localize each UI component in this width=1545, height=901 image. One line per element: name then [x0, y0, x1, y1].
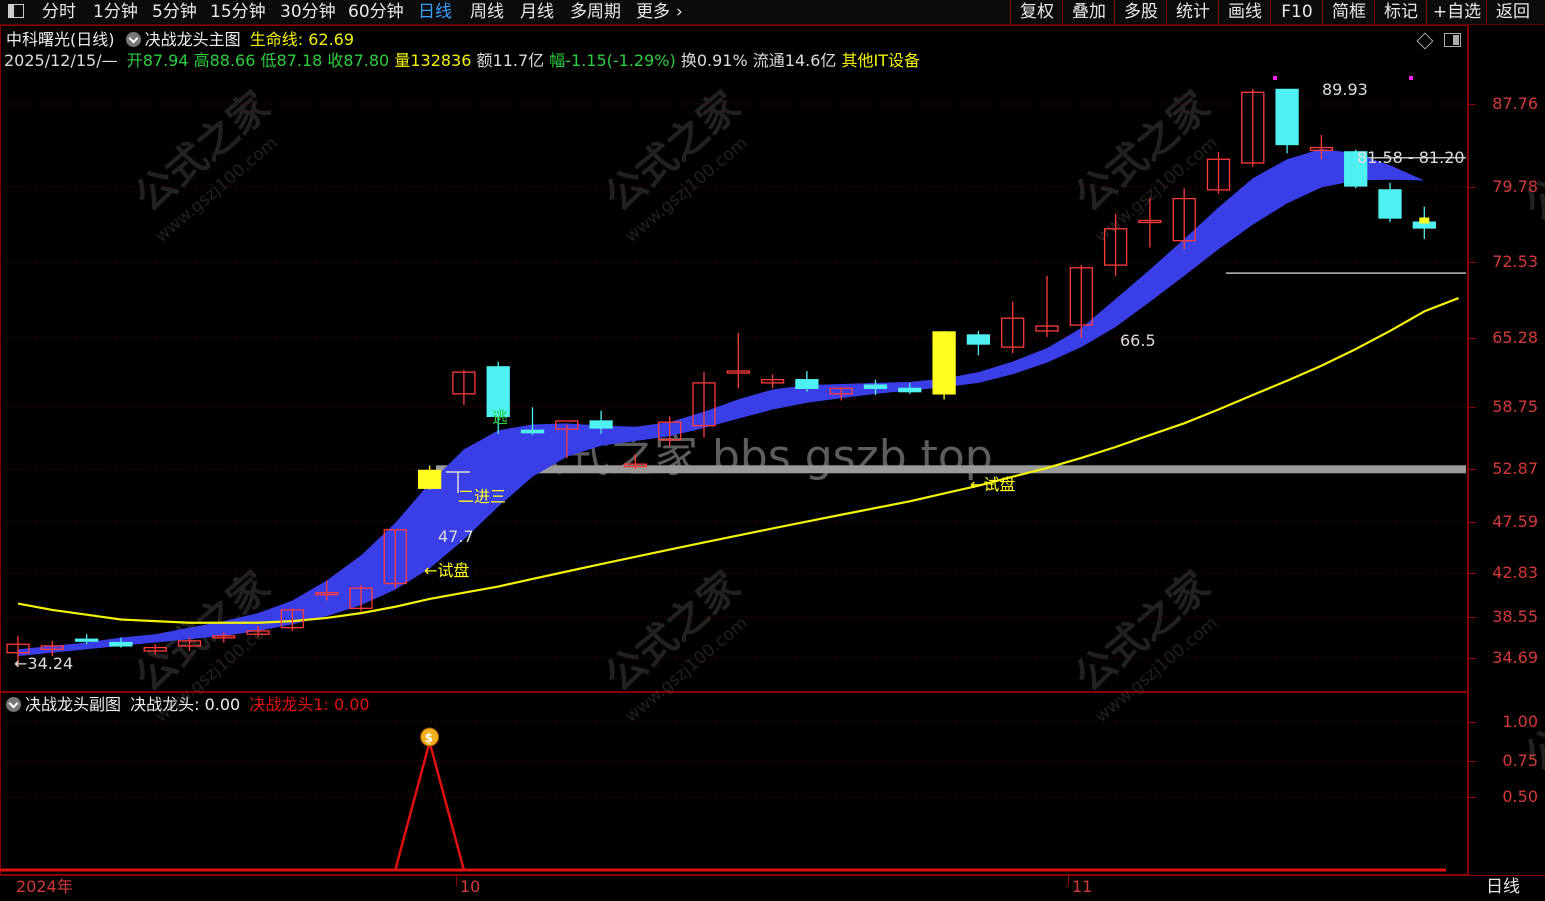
y-tick-sub: 0.50 [1502, 787, 1538, 806]
toolbar-button-6[interactable]: 简框 [1322, 0, 1375, 24]
support-line-47 [436, 465, 1466, 474]
period-tab-9[interactable]: 多周期 [570, 0, 621, 24]
candle-body [1378, 189, 1402, 219]
period-tab-3[interactable]: 15分钟 [210, 0, 266, 24]
toolbar-button-1[interactable]: 叠加 [1062, 0, 1115, 24]
marker-dot [1409, 76, 1413, 80]
toolbar-button-5[interactable]: F10 [1270, 0, 1323, 24]
toolbar-button-2[interactable]: 多股 [1114, 0, 1167, 24]
y-tick-main: 72.53 [1492, 252, 1538, 271]
period-tab-5[interactable]: 60分钟 [348, 0, 404, 24]
candle-body [932, 331, 956, 395]
y-tick-main: 58.75 [1492, 397, 1538, 416]
candle-body [417, 469, 442, 489]
period-toolbar: 分时 1分钟 5分钟 15分钟 30分钟 60分钟 日线 周线 月线 多周期 更多 › 复权 叠加 多股统… [0, 0, 1545, 25]
sidebar-toggle-icon[interactable] [6, 0, 28, 24]
x-label-oct: 10 [460, 877, 481, 896]
watermark-url: www.gszj100.com [1541, 143, 1545, 257]
y-tick-main: 87.76 [1492, 94, 1538, 113]
toolbar-button-9[interactable]: 返回 [1486, 0, 1539, 24]
y-tick-main: 42.83 [1492, 563, 1538, 582]
candle-body [589, 420, 613, 429]
period-indicator[interactable]: 日线 [1486, 876, 1520, 898]
money-bag-symbol: $ [425, 731, 433, 745]
range-label: 81.58 - 81.20 [1357, 148, 1465, 167]
period-tab-4[interactable]: 30分钟 [280, 0, 336, 24]
low-label: ←34.24 [14, 654, 73, 673]
toolbar-button-0[interactable]: 复权 [1010, 0, 1063, 24]
period-tab-2[interactable]: 5分钟 [152, 0, 197, 24]
y-tick-sub: 1.00 [1502, 712, 1538, 731]
marker-dot [1273, 76, 1277, 80]
candle-body [795, 379, 819, 390]
candlestick-chart: ←34.2489.9381.58 - 81.2066.547.7←试盘←试盘二进… [0, 76, 1468, 673]
period-tab-0[interactable]: 分时 [42, 0, 76, 24]
candle-body [966, 334, 991, 345]
watermark-url: www.gszj100.com [1541, 693, 1545, 807]
period-tab-10[interactable]: 更多 [636, 0, 670, 24]
toolbar-button-3[interactable]: 统计 [1166, 0, 1219, 24]
support-label: 66.5 [1120, 331, 1156, 350]
second-third-label: 二进三 [458, 487, 506, 506]
signal-chart: $ [0, 721, 1468, 872]
period-tab-6[interactable]: 日线 [418, 0, 452, 24]
y-tick-main: 65.28 [1492, 328, 1538, 347]
candle-body [74, 638, 99, 642]
y-tick-sub: 0.75 [1502, 751, 1538, 770]
candle-body [863, 384, 888, 390]
level-label: 47.7 [438, 527, 474, 546]
high-label: 89.93 [1322, 80, 1368, 99]
period-tab-7[interactable]: 周线 [470, 0, 504, 24]
x-label-nov: 11 [1072, 877, 1093, 896]
trial-label: ←试盘 [424, 561, 469, 580]
escape-label: 逃 [492, 408, 508, 427]
candle-marker [1419, 217, 1430, 224]
period-tab-1[interactable]: 1分钟 [93, 0, 138, 24]
y-tick-main: 38.55 [1492, 607, 1538, 626]
y-tick-main: 79.78 [1492, 177, 1538, 196]
y-tick-main: 34.69 [1492, 648, 1538, 667]
toolbar-button-7[interactable]: 标记 [1374, 0, 1427, 24]
candle-body [109, 641, 133, 647]
toolbar-button-4[interactable]: 画线 [1218, 0, 1271, 24]
period-tab-8[interactable]: 月线 [520, 0, 554, 24]
candle-body [1275, 88, 1299, 146]
toolbar-button-8[interactable]: +自选 [1426, 0, 1487, 24]
candle-body [520, 429, 545, 434]
trial-label: ←试盘 [970, 475, 1015, 494]
trend-band [18, 148, 1425, 657]
chevron-right-icon[interactable]: › [676, 0, 683, 24]
y-tick-main: 52.87 [1492, 459, 1538, 478]
candle-body [898, 387, 922, 393]
y-tick-main: 47.59 [1492, 512, 1538, 531]
x-label-year: 2024年 [16, 877, 73, 896]
